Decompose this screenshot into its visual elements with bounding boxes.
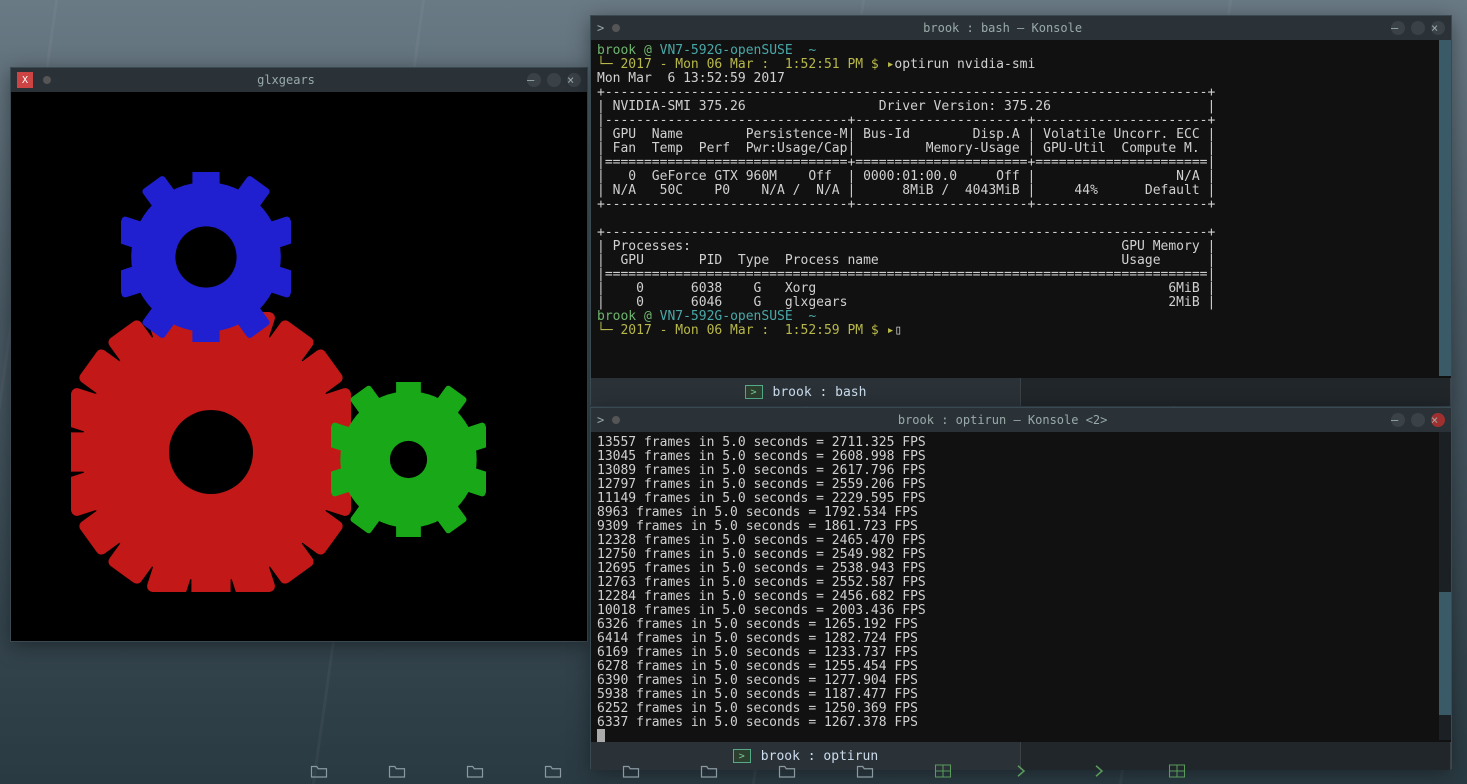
- tab-label: brook : bash: [773, 385, 867, 400]
- scrollbar[interactable]: [1439, 40, 1451, 376]
- folder-icon[interactable]: [856, 763, 874, 779]
- prompt-line2: └─ 2017 - Mon 06 Mar : 1:52:51 PM $ ▸: [597, 57, 894, 72]
- maximize-button[interactable]: [1411, 413, 1425, 427]
- grid-icon[interactable]: [1168, 763, 1186, 779]
- command: optirun nvidia-smi: [894, 57, 1035, 72]
- maximize-button[interactable]: [1411, 21, 1425, 35]
- konsole1-title: brook : bash — Konsole: [620, 21, 1385, 35]
- close-button[interactable]: ×: [1431, 21, 1445, 35]
- nvidia-smi-output: Mon Mar 6 13:52:59 2017 +---------------…: [597, 71, 1215, 310]
- folder-icon[interactable]: [388, 763, 406, 779]
- folder-icon[interactable]: [778, 763, 796, 779]
- tab-indicator-icon: [612, 24, 620, 32]
- konsole1-tabbar: > brook : bash: [591, 378, 1451, 406]
- folder-icon[interactable]: [310, 763, 328, 779]
- folder-icon[interactable]: [544, 763, 562, 779]
- chevron-right-icon[interactable]: [1090, 763, 1108, 779]
- folder-icon[interactable]: [622, 763, 640, 779]
- konsole1-window[interactable]: > brook : bash — Konsole – × brook @ VN7…: [590, 15, 1452, 405]
- chevron-right-icon[interactable]: [1012, 763, 1030, 779]
- konsole2-titlebar[interactable]: > brook : optirun — Konsole <2> – ×: [591, 408, 1451, 432]
- close-button[interactable]: ×: [1431, 413, 1445, 427]
- cursor: ▯: [894, 323, 902, 338]
- prompt-user: brook: [597, 43, 636, 58]
- cursor: _: [597, 729, 605, 742]
- fps-output: 13557 frames in 5.0 seconds = 2711.325 F…: [597, 435, 926, 730]
- prompt-host: VN7-592G-openSUSE: [660, 43, 793, 58]
- taskbar: [280, 758, 1467, 784]
- tab-indicator-icon: [43, 76, 51, 84]
- konsole2-title: brook : optirun — Konsole <2>: [620, 413, 1385, 427]
- minimize-button[interactable]: –: [1391, 21, 1405, 35]
- tab-empty[interactable]: [1021, 378, 1451, 406]
- glxgears-title: glxgears: [51, 73, 521, 87]
- folder-icon[interactable]: [700, 763, 718, 779]
- maximize-button[interactable]: [547, 73, 561, 87]
- scrollbar[interactable]: [1439, 432, 1451, 740]
- folder-icon[interactable]: [466, 763, 484, 779]
- konsole2-output[interactable]: 13557 frames in 5.0 seconds = 2711.325 F…: [591, 432, 1451, 742]
- minimize-button[interactable]: –: [1391, 413, 1405, 427]
- minimize-button[interactable]: –: [527, 73, 541, 87]
- konsole2-window[interactable]: > brook : optirun — Konsole <2> – × 1355…: [590, 407, 1452, 769]
- close-button[interactable]: ×: [567, 73, 581, 87]
- terminal-icon: >: [597, 21, 604, 35]
- terminal-icon: >: [597, 413, 604, 427]
- glxgears-titlebar[interactable]: X glxgears – ×: [11, 68, 587, 92]
- tab-indicator-icon: [612, 416, 620, 424]
- glxgears-window[interactable]: X glxgears – ×: [10, 67, 588, 642]
- terminal-icon: >: [745, 385, 763, 399]
- x11-icon: X: [17, 72, 33, 88]
- konsole1-output[interactable]: brook @ VN7-592G-openSUSE ~ └─ 2017 - Mo…: [591, 40, 1451, 378]
- tab-bash[interactable]: > brook : bash: [591, 378, 1021, 406]
- grid-icon[interactable]: [934, 763, 952, 779]
- glxgears-canvas: [11, 92, 587, 641]
- konsole1-titlebar[interactable]: > brook : bash — Konsole – ×: [591, 16, 1451, 40]
